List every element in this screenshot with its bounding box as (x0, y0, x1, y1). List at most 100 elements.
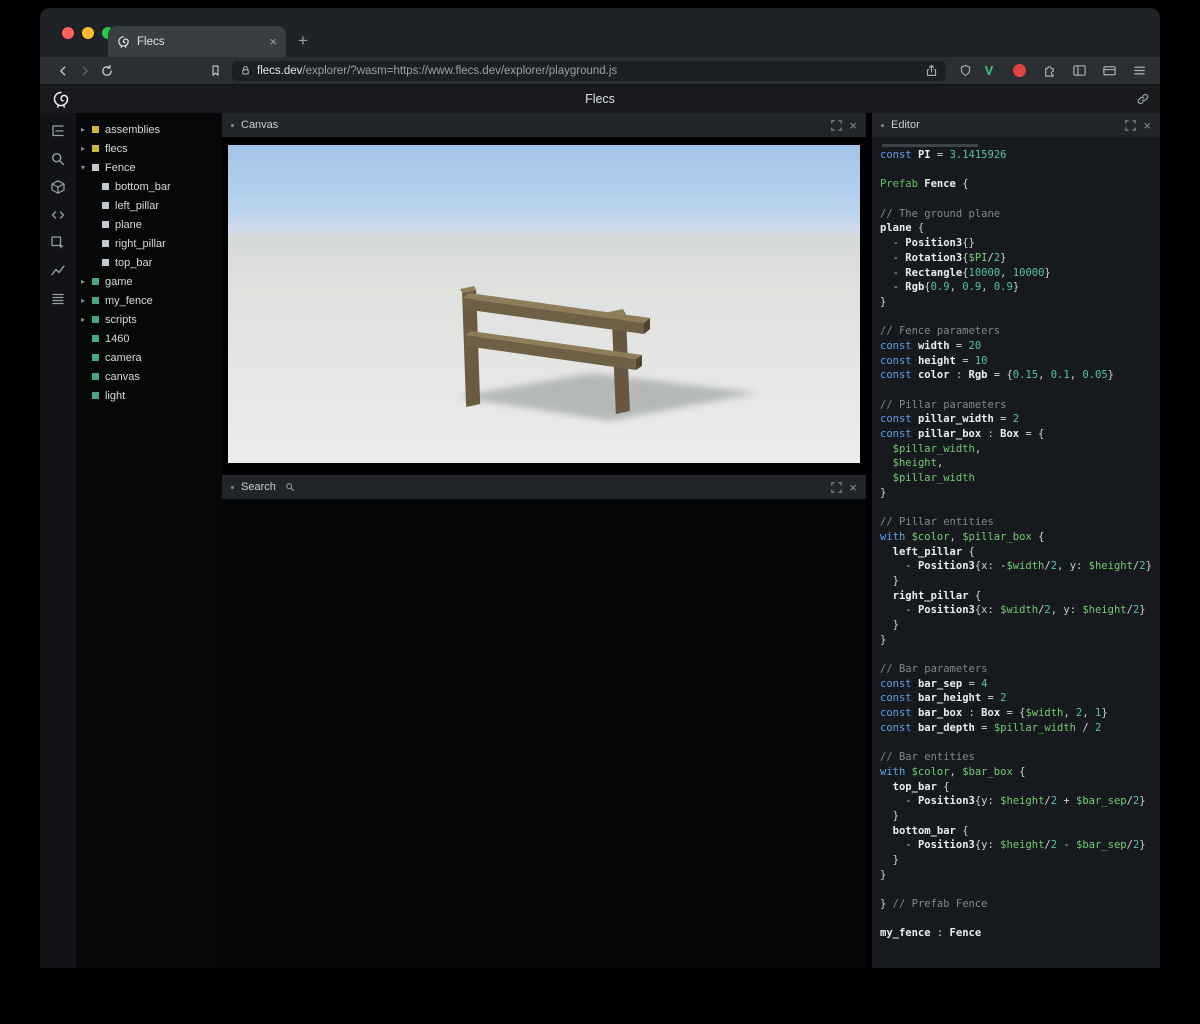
entity-kind-icon (92, 335, 99, 342)
url-path: /explorer/?wasm=https://www.flecs.dev/ex… (302, 65, 617, 77)
bookmark-icon[interactable] (204, 60, 226, 82)
new-tab-button[interactable]: + (292, 30, 314, 52)
tree-item-label: right_pillar (115, 238, 166, 250)
reload-button[interactable] (96, 60, 118, 82)
code-line: const bar_depth = $pillar_width / 2 (880, 721, 1152, 736)
code-editor[interactable]: const PI = 3.1415926 Prefab Fence { // T… (872, 137, 1160, 968)
code-line: $pillar_width (880, 471, 1152, 486)
forward-button[interactable] (74, 60, 96, 82)
share-icon[interactable] (925, 64, 938, 77)
wallet-icon[interactable] (1100, 62, 1118, 80)
tab-title: Flecs (137, 36, 262, 48)
chevron-right-icon[interactable]: ▸ (81, 315, 92, 324)
entity-kind-icon (102, 259, 109, 266)
entity-kind-icon (92, 373, 99, 380)
extension-icons: V (980, 62, 1148, 80)
page-title: Flecs (40, 92, 1160, 106)
canvas-panel-title: Canvas (241, 119, 278, 131)
tree-item-plane[interactable]: plane (76, 215, 222, 234)
shield-icon[interactable] (954, 60, 976, 82)
code-line: } (880, 486, 1152, 501)
extensions-puzzle-icon[interactable] (1040, 62, 1058, 80)
browser-window: Flecs × + flecs.dev/explorer/?wasm=https… (40, 8, 1160, 968)
lock-icon (240, 65, 251, 76)
back-button[interactable] (52, 60, 74, 82)
chevron-down-icon[interactable]: ▾ (81, 163, 92, 172)
chevron-right-icon[interactable]: ▸ (81, 125, 92, 134)
tree-item-canvas[interactable]: canvas (76, 367, 222, 386)
search-panel-header: Search × (222, 475, 866, 499)
code-line: with $color, $pillar_box { (880, 530, 1152, 545)
tree-item-flecs[interactable]: ▸flecs (76, 139, 222, 158)
code-line: - Position3{y: $height/2 - $bar_sep/2} (880, 838, 1152, 853)
tree-item-light[interactable]: light (76, 386, 222, 405)
search-icon[interactable] (48, 149, 68, 169)
tree-item-camera[interactable]: camera (76, 348, 222, 367)
tree-item-top_bar[interactable]: top_bar (76, 253, 222, 272)
rows-icon[interactable] (48, 289, 68, 309)
tab-close-icon[interactable]: × (269, 35, 277, 48)
close-icon[interactable]: × (849, 119, 857, 132)
close-icon[interactable]: × (1143, 119, 1151, 132)
tree-item-label: camera (105, 352, 142, 364)
tree-item-label: game (105, 276, 133, 288)
code-line (880, 647, 1152, 662)
tree-item-game[interactable]: ▸ game (76, 272, 222, 291)
window-close-button[interactable] (62, 27, 74, 39)
tree-item-bottom_bar[interactable]: bottom_bar (76, 177, 222, 196)
search-results-area[interactable] (222, 499, 866, 968)
tab-bar: Flecs × + (40, 8, 1160, 57)
scene-3d-view[interactable] (228, 145, 860, 463)
entity-kind-icon (92, 145, 99, 152)
chevron-right-icon[interactable]: ▸ (81, 277, 92, 286)
menu-icon[interactable] (1130, 62, 1148, 80)
tree-item-assemblies[interactable]: ▸assemblies (76, 120, 222, 139)
code-line: } (880, 633, 1152, 648)
chart-icon[interactable] (48, 261, 68, 281)
code-line: - Rgb{0.9, 0.9, 0.9} (880, 280, 1152, 295)
code-line: const PI = 3.1415926 (880, 148, 1152, 163)
code-line: $height, (880, 456, 1152, 471)
tree-item-left_pillar[interactable]: left_pillar (76, 196, 222, 215)
nav-toolbar: flecs.dev/explorer/?wasm=https://www.fle… (40, 57, 1160, 84)
inspector-icon[interactable] (48, 233, 68, 253)
code-line: bottom_bar { (880, 824, 1152, 839)
expand-icon[interactable] (831, 482, 842, 493)
sidebar-toggle-icon[interactable] (1070, 62, 1088, 80)
tree-item-label: light (105, 390, 125, 402)
tree-item-Fence[interactable]: ▾Fence (76, 158, 222, 177)
tree-item-scripts[interactable]: ▸scripts (76, 310, 222, 329)
url-host: flecs.dev (257, 65, 302, 77)
close-icon[interactable]: × (849, 481, 857, 494)
tree-item-1460[interactable]: 1460 (76, 329, 222, 348)
adblock-extension-icon[interactable] (1010, 62, 1028, 80)
panel-dot-icon (231, 124, 234, 127)
tool-sidebar (40, 113, 76, 968)
code-line: const bar_height = 2 (880, 691, 1152, 706)
code-line (880, 383, 1152, 398)
vimium-extension-icon[interactable]: V (980, 62, 998, 80)
address-bar[interactable]: flecs.dev/explorer/?wasm=https://www.fle… (232, 61, 946, 81)
entity-kind-icon (92, 316, 99, 323)
code-line: } (880, 809, 1152, 824)
code-line: with $color, $bar_box { (880, 765, 1152, 780)
share-link-icon[interactable] (1136, 92, 1150, 111)
tree-item-my_fence[interactable]: ▸my_fence (76, 291, 222, 310)
expand-icon[interactable] (831, 120, 842, 131)
chevron-right-icon[interactable]: ▸ (81, 296, 92, 305)
cube-icon[interactable] (48, 177, 68, 197)
chevron-right-icon[interactable]: ▸ (81, 144, 92, 153)
main-area: ▸assemblies▸flecs▾Fencebottom_barleft_pi… (40, 113, 1160, 968)
code-line: const bar_sep = 4 (880, 677, 1152, 692)
expand-icon[interactable] (1125, 120, 1136, 131)
hierarchy-icon[interactable] (48, 121, 68, 141)
center-column: Canvas × (222, 113, 866, 968)
code-icon[interactable] (48, 205, 68, 225)
window-minimize-button[interactable] (82, 27, 94, 39)
tree-item-right_pillar[interactable]: right_pillar (76, 234, 222, 253)
code-line: const bar_box : Box = {$width, 2, 1} (880, 706, 1152, 721)
entity-kind-icon (92, 278, 99, 285)
code-line (880, 912, 1152, 927)
entity-kind-icon (102, 221, 109, 228)
browser-tab[interactable]: Flecs × (108, 26, 286, 57)
